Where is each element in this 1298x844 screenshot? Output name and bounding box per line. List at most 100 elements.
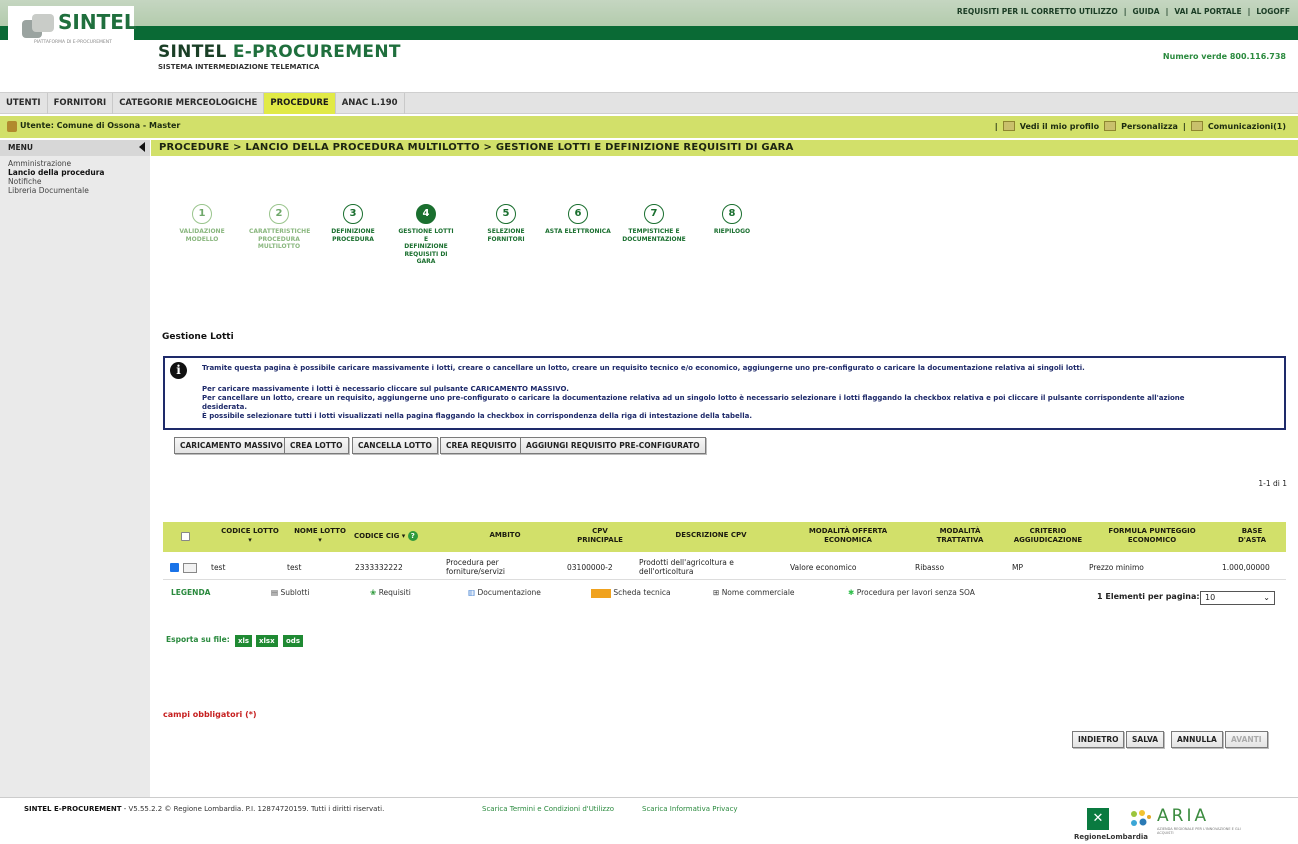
footer-brand: SINTEL E-PROCUREMENT xyxy=(24,805,122,813)
step-number: 7 xyxy=(644,204,664,224)
step-2[interactable]: 2 CARATTERISTICHE PROCEDURA MULTILOTTO xyxy=(249,204,310,251)
legend-scheda: Scheda tecnica xyxy=(591,588,671,598)
regione-lombardia-text: RegioneLombardia xyxy=(1074,833,1148,841)
tab-utenti[interactable]: UTENTI xyxy=(0,93,48,114)
th-label: PRINCIPALE xyxy=(577,536,623,544)
tab-procedure[interactable]: PROCEDURE xyxy=(264,93,336,114)
legend-label: Documentazione xyxy=(477,588,541,597)
th-cpv: CPV PRINCIPALE xyxy=(564,527,636,545)
cell-line: Prodotti dell'agricoltura e xyxy=(639,558,734,567)
salva-button[interactable]: SALVA xyxy=(1126,731,1165,748)
step-7[interactable]: 7 TEMPISTICHE E DOCUMENTAZIONE xyxy=(620,204,688,243)
step-label-line: VALIDAZIONE xyxy=(179,228,225,235)
sintel-logo-icon xyxy=(22,14,54,38)
crea-lotto-button[interactable]: CREA LOTTO xyxy=(284,437,349,454)
user-label: Utente: Comune di Ossona - Master xyxy=(20,121,181,130)
tab-fornitori[interactable]: FORNITORI xyxy=(48,93,114,114)
folder-icon[interactable] xyxy=(183,563,197,573)
legend-nome-commerciale: ⊞ Nome commerciale xyxy=(713,588,795,597)
sort-icon[interactable]: ▾ xyxy=(212,536,288,545)
step-1[interactable]: 1 VALIDAZIONE MODELLO xyxy=(172,204,232,243)
legend-label: Scheda tecnica xyxy=(613,588,671,597)
privacy-link[interactable]: Scarica Informativa Privacy xyxy=(642,805,738,813)
link-guida[interactable]: GUIDA xyxy=(1133,7,1160,16)
top-links: REQUISITI PER IL CORRETTO UTILIZZO | GUID… xyxy=(957,7,1290,16)
step-6[interactable]: 6 ASTA ELETTRONICA xyxy=(545,204,611,236)
user-link-separator: | xyxy=(1182,121,1186,131)
profile-icon xyxy=(1002,121,1015,131)
th-nome-lotto[interactable]: NOME LOTTO ▾ xyxy=(288,527,352,545)
legend-label: Requisiti xyxy=(378,588,411,597)
step-label: SELEZIONE FORNITORI xyxy=(476,228,536,243)
step-5[interactable]: 5 SELEZIONE FORNITORI xyxy=(476,204,536,243)
numero-verde: Numero verde 800.116.738 xyxy=(1162,52,1286,61)
cell-ambito: Procedura per forniture/servizi xyxy=(446,558,505,576)
step-label: RIEPILOGO xyxy=(702,228,762,236)
help-icon[interactable]: ? xyxy=(407,531,418,541)
sort-icon[interactable]: ▾ xyxy=(288,536,352,545)
menu-item-amministrazione[interactable]: Amministrazione xyxy=(8,159,71,168)
row-checkbox[interactable] xyxy=(170,563,179,572)
info-icon: i xyxy=(170,362,187,379)
step-number: 6 xyxy=(568,204,588,224)
caricamento-massivo-button[interactable]: CARICAMENTO MASSIVO xyxy=(174,437,289,454)
main-nav: UTENTI FORNITORI CATEGORIE MERCEOLOGICHE… xyxy=(0,92,1298,114)
cell-trattativa: Ribasso xyxy=(915,563,945,572)
th-ambito: AMBITO xyxy=(489,531,521,539)
menu-item-lancio[interactable]: Lancio della procedura xyxy=(8,168,104,177)
select-all-checkbox[interactable] xyxy=(181,532,190,541)
export-xls-button[interactable]: xls xyxy=(235,635,253,647)
header-green-stripe xyxy=(0,26,1298,40)
cell-line: dell'orticoltura xyxy=(639,567,694,576)
cell-nome-lotto: test xyxy=(287,563,302,572)
cell-criterio: MP xyxy=(1012,563,1023,572)
left-menu xyxy=(0,140,150,797)
avanti-button[interactable]: AVANTI xyxy=(1225,731,1268,748)
legend-label: Procedura per lavori senza SOA xyxy=(856,588,975,597)
th-codice-lotto[interactable]: CODICE LOTTO ▾ xyxy=(212,527,288,545)
step-label-line: MULTILOTTO xyxy=(257,243,301,250)
per-page-label: 1 Elementi per pagina: xyxy=(1097,592,1200,601)
th-label: BASE xyxy=(1241,527,1263,535)
step-3[interactable]: 3 DEFINIZIONE PROCEDURA xyxy=(323,204,383,243)
menu-title: MENU xyxy=(0,140,150,156)
required-fields-note: campi obbligatori (*) xyxy=(163,710,257,719)
annulla-button[interactable]: ANNULLA xyxy=(1171,731,1223,748)
th-label: ECONOMICA xyxy=(824,536,872,544)
link-logoff[interactable]: LOGOFF xyxy=(1256,7,1290,16)
link-requisiti-utilizzo[interactable]: REQUISITI PER IL CORRETTO UTILIZZO xyxy=(957,7,1118,16)
indietro-button[interactable]: INDIETRO xyxy=(1072,731,1125,748)
cell-base: 1.000,00000 xyxy=(1222,563,1270,572)
app-title: SINTEL E-PROCUREMENT xyxy=(158,42,401,62)
export-label: Esporta su file: xyxy=(166,635,230,644)
export-xlsx-button[interactable]: xlsx xyxy=(256,635,278,647)
menu-item-notifiche[interactable]: Notifiche xyxy=(8,177,41,186)
tab-categorie[interactable]: CATEGORIE MERCEOLOGICHE xyxy=(113,93,265,114)
export-ods-button[interactable]: ods xyxy=(283,635,303,647)
messages-link[interactable]: Comunicazioni(1) xyxy=(1208,122,1286,131)
step-8[interactable]: 8 RIEPILOGO xyxy=(702,204,762,236)
cancella-lotto-button[interactable]: CANCELLA LOTTO xyxy=(352,437,438,454)
menu-item-libreria[interactable]: Libreria Documentale xyxy=(8,186,89,195)
personalize-link[interactable]: Personalizza xyxy=(1121,122,1178,131)
per-page-select[interactable]: 10 ⌄ xyxy=(1200,591,1275,605)
legend-sublotti: ▤ Sublotti xyxy=(271,588,309,597)
profile-link[interactable]: Vedi il mio profilo xyxy=(1020,122,1099,131)
tab-anac[interactable]: ANAC L.190 xyxy=(336,93,405,114)
sort-icon[interactable]: ▾ xyxy=(402,532,406,540)
step-label-line: SELEZIONE xyxy=(487,228,525,235)
aggiungi-requisito-button[interactable]: AGGIUNGI REQUISITO PRE-CONFIGURATO xyxy=(520,437,706,454)
termini-link[interactable]: Scarica Termini e Condizioni d'Utilizzo xyxy=(482,805,614,813)
crea-requisito-button[interactable]: CREA REQUISITO xyxy=(440,437,523,454)
requisiti-icon: ❀ xyxy=(370,588,377,597)
th-codice-cig[interactable]: CODICE CIG ▾ ? xyxy=(354,527,440,541)
step-label: DEFINIZIONE PROCEDURA xyxy=(323,228,383,243)
legend-soa: ✱ Procedura per lavori senza SOA xyxy=(848,588,975,597)
link-portale[interactable]: VAI AL PORTALE xyxy=(1174,7,1241,16)
th-formula: FORMULA PUNTEGGIO ECONOMICO xyxy=(1086,527,1218,545)
step-label-line: ASTA ELETTRONICA xyxy=(545,228,611,235)
step-4[interactable]: 4 GESTIONE LOTTI E DEFINIZIONE REQUISITI DI… xyxy=(396,204,456,266)
collapse-menu-icon[interactable] xyxy=(139,142,145,152)
footer-text: SINTEL E-PROCUREMENT - V5.55.2.2 © Regio… xyxy=(24,805,384,813)
aria-logo-text: ARIA xyxy=(1157,806,1210,826)
